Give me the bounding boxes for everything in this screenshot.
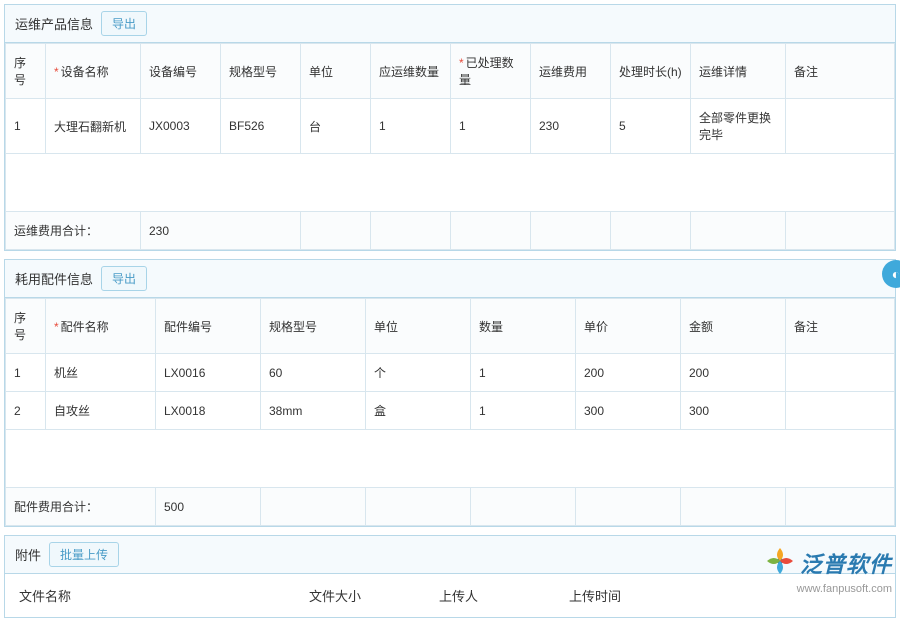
export-button[interactable]: 导出 [101,11,147,36]
table-header-row: 序号 *设备名称 设备编号 规格型号 单位 应运维数量 *已处理数量 运维费用 … [6,44,895,99]
cell-unit: 盒 [366,392,471,430]
col-price: 单价 [576,299,681,354]
cell-detail: 全部零件更换完毕 [691,99,786,154]
parts-table: 序号 *配件名称 配件编号 规格型号 单位 数量 单价 金额 备注 1 机丝 L… [5,298,895,526]
col-code: 设备编号 [141,44,221,99]
cell-qty: 1 [471,392,576,430]
cell-remark [786,354,895,392]
cell-amount: 300 [681,392,786,430]
col-remark: 备注 [786,299,895,354]
cell-unit: 台 [301,99,371,154]
col-unit: 单位 [366,299,471,354]
col-qty: 数量 [471,299,576,354]
panel-header: 运维产品信息 导出 [5,5,895,43]
cell-name: 自攻丝 [46,392,156,430]
col-seq: 序号 [6,44,46,99]
panel-title: 附件 [15,545,41,564]
col-uploadtime: 上传时间 [555,574,895,617]
col-code: 配件编号 [156,299,261,354]
col-name: *配件名称 [46,299,156,354]
total-row: 配件费用合计： 500 [6,488,895,526]
cell-price: 300 [576,392,681,430]
panel-header: 耗用配件信息 导出 [5,260,895,298]
required-mark: * [54,65,59,79]
cell-model: 38mm [261,392,366,430]
cell-remark [786,392,895,430]
total-label: 运维费用合计： [6,212,141,250]
total-row: 运维费用合计： 230 [6,212,895,250]
attachment-panel: 附件 批量上传 文件名称 文件大小 上传人 上传时间 [4,535,896,618]
cell-amount: 200 [681,354,786,392]
cell-due-qty: 1 [371,99,451,154]
cell-hours: 5 [611,99,691,154]
col-detail: 运维详情 [691,44,786,99]
col-uploader: 上传人 [425,574,555,617]
maintenance-table: 序号 *设备名称 设备编号 规格型号 单位 应运维数量 *已处理数量 运维费用 … [5,43,895,250]
col-done-qty: *已处理数量 [451,44,531,99]
cell-qty: 1 [471,354,576,392]
table-row[interactable]: 2 自攻丝 LX0018 38mm 盒 1 300 300 [6,392,895,430]
brand-text: 泛普软件 [800,547,892,579]
cell-price: 200 [576,354,681,392]
cell-model: 60 [261,354,366,392]
total-label: 配件费用合计： [6,488,156,526]
panel-title: 耗用配件信息 [15,269,93,288]
col-model: 规格型号 [221,44,301,99]
cell-code: LX0018 [156,392,261,430]
brand-url: www.fanpusoft.com [797,583,892,595]
col-amount: 金额 [681,299,786,354]
attachment-table: 文件名称 文件大小 上传人 上传时间 [5,574,895,617]
col-unit: 单位 [301,44,371,99]
cell-name: 机丝 [46,354,156,392]
cell-seq: 2 [6,392,46,430]
cell-name: 大理石翻新机 [46,99,141,154]
cell-cost: 230 [531,99,611,154]
total-value: 500 [156,488,261,526]
cell-code: LX0016 [156,354,261,392]
col-filename: 文件名称 [5,574,295,617]
spacer-row [6,154,895,212]
table-header-row: 文件名称 文件大小 上传人 上传时间 [5,574,895,617]
table-header-row: 序号 *配件名称 配件编号 规格型号 单位 数量 单价 金额 备注 [6,299,895,354]
brand-logo-area: 泛普软件 [764,545,892,580]
parts-panel: 耗用配件信息 导出 序号 *配件名称 配件编号 规格型号 单位 数量 单价 金额… [4,259,896,527]
brand-fan-icon [764,545,796,580]
col-cost: 运维费用 [531,44,611,99]
required-mark: * [54,320,59,334]
maintenance-product-panel: 运维产品信息 导出 序号 *设备名称 设备编号 规格型号 单位 应运维数量 *已… [4,4,896,251]
table-row[interactable]: 1 大理石翻新机 JX0003 BF526 台 1 1 230 5 全部零件更换… [6,99,895,154]
col-hours: 处理时长(h) [611,44,691,99]
spacer-row [6,430,895,488]
col-model: 规格型号 [261,299,366,354]
cell-seq: 1 [6,354,46,392]
batch-upload-button[interactable]: 批量上传 [49,542,119,567]
col-filesize: 文件大小 [295,574,425,617]
cell-seq: 1 [6,99,46,154]
total-value: 230 [141,212,301,250]
col-name: *设备名称 [46,44,141,99]
export-button[interactable]: 导出 [101,266,147,291]
panel-header: 附件 批量上传 [5,536,895,574]
col-seq: 序号 [6,299,46,354]
panel-title: 运维产品信息 [15,14,93,33]
cell-unit: 个 [366,354,471,392]
cell-remark [786,99,895,154]
cell-code: JX0003 [141,99,221,154]
col-due-qty: 应运维数量 [371,44,451,99]
cell-done-qty: 1 [451,99,531,154]
table-row[interactable]: 1 机丝 LX0016 60 个 1 200 200 [6,354,895,392]
cell-model: BF526 [221,99,301,154]
required-mark: * [459,56,464,70]
col-remark: 备注 [786,44,895,99]
